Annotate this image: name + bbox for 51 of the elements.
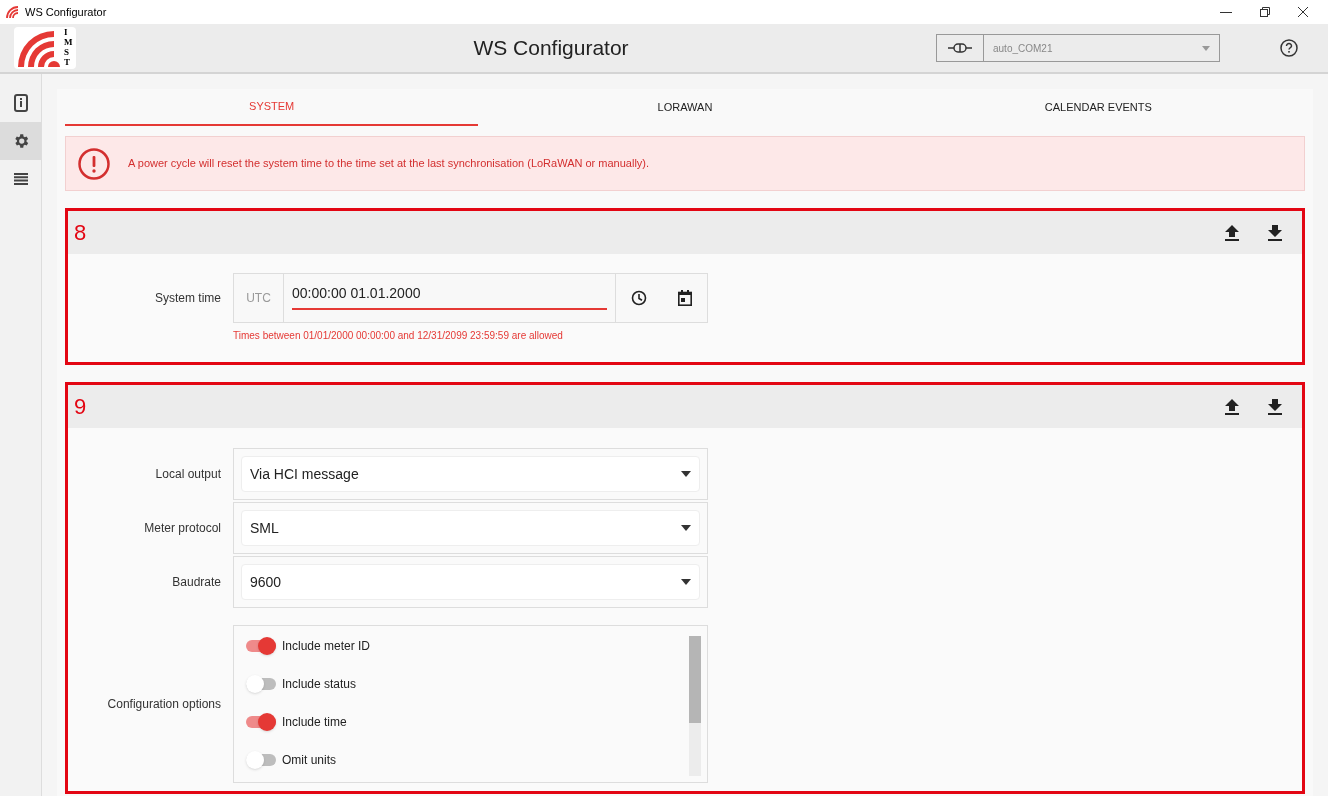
dropdown-arrow-icon [1202, 45, 1210, 51]
close-button[interactable] [1298, 7, 1308, 17]
connect-button[interactable] [936, 34, 984, 62]
system-time-field[interactable]: 00:00:00 01.01.2000 [284, 274, 616, 322]
field-label: Meter protocol [143, 520, 222, 537]
plug-icon [948, 43, 972, 53]
option-label: Include status [282, 676, 357, 693]
minimize-button[interactable] [1220, 11, 1232, 13]
field-label: System time [154, 290, 222, 307]
list-icon [13, 173, 28, 185]
section-number: 9 [74, 393, 88, 421]
exclamation-icon [78, 147, 110, 180]
utc-prefix: UTC [234, 274, 284, 322]
download-icon[interactable] [1268, 224, 1282, 241]
dropdown-arrow-icon [681, 471, 691, 477]
field-label: Local output [154, 466, 222, 483]
tab[interactable]: CALENDAR EVENTS [891, 89, 1305, 126]
sidebar-item[interactable] [0, 122, 41, 160]
logo-letters: IMST [64, 28, 73, 68]
tab[interactable]: SYSTEM [65, 89, 479, 126]
upload-icon[interactable] [1225, 224, 1239, 241]
tab[interactable]: LORAWAN [478, 89, 892, 126]
app-icon [6, 6, 20, 18]
calendar-icon[interactable] [677, 290, 692, 306]
restore-button[interactable] [1260, 7, 1270, 17]
clock-icon[interactable] [631, 290, 648, 306]
option-label: Include meter ID [282, 638, 371, 655]
dropdown[interactable]: 9600 [241, 564, 700, 600]
toggle-switch[interactable] [246, 754, 276, 766]
validation-hint: Times between 01/01/2000 00:00:00 and 12/31/2099 23:59:59 are allowed [233, 329, 564, 343]
download-icon[interactable] [1268, 398, 1282, 415]
signal-arcs-icon [16, 29, 60, 67]
app-title: WS Configurator [472, 35, 630, 62]
option-label: Include time [282, 714, 347, 731]
window-title: WS Configurator [25, 4, 107, 20]
upload-icon[interactable] [1225, 398, 1239, 415]
info-device-icon [13, 94, 28, 112]
toggle-switch[interactable] [246, 678, 276, 690]
alert-message: A power cycle will reset the system time to the time set at the last synchronisation (LoRaWAN or manually). [128, 156, 650, 172]
dropdown-arrow-icon [681, 525, 691, 531]
section-number: 8 [74, 219, 88, 247]
scrollbar[interactable] [689, 636, 701, 776]
field-label: Baudrate [171, 574, 222, 591]
help-icon[interactable] [1280, 39, 1298, 57]
toggle-switch[interactable] [246, 716, 276, 728]
dropdown-arrow-icon [681, 579, 691, 585]
field-label: Configuration options [106, 696, 222, 713]
toggle-switch[interactable] [246, 640, 276, 652]
option-label: Omit units [282, 752, 336, 769]
dropdown[interactable]: Via HCI message [241, 456, 700, 492]
dropdown[interactable]: SML [241, 510, 700, 546]
